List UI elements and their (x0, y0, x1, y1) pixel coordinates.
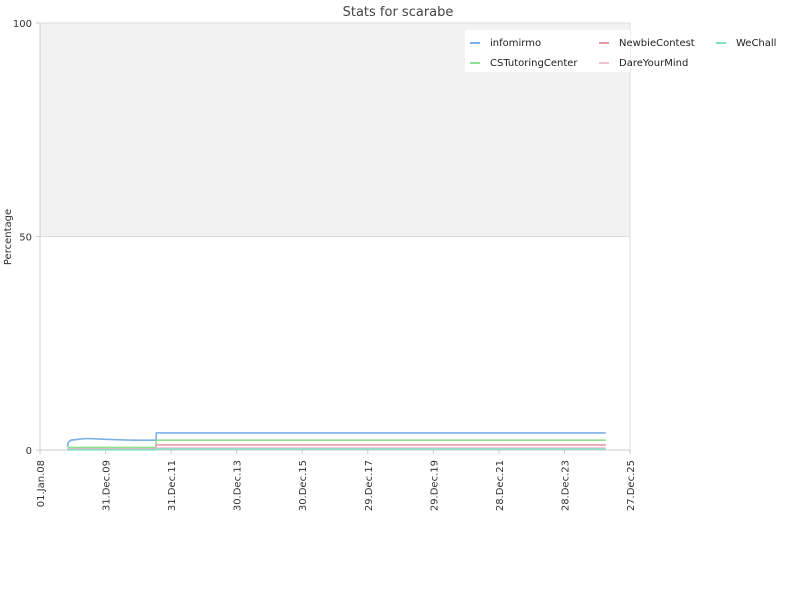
x-tick-label: 29.Dec.19 (429, 460, 440, 511)
legend-label: WeChall (736, 38, 776, 49)
x-tick-label: 30.Dec.13 (233, 460, 244, 511)
x-tick-label: 28.Dec.23 (560, 460, 571, 511)
x-tick-label: 30.Dec.15 (298, 460, 309, 511)
y-tick-label: 100 (13, 19, 32, 30)
legend-label: infomirmo (490, 38, 541, 49)
y-tick-label: 50 (19, 233, 32, 244)
x-tick-label: 27.Dec.25 (626, 460, 637, 511)
legend-label: NewbieContest (619, 38, 695, 49)
plot-band-lower (40, 236, 630, 450)
y-axis-label: Percentage (3, 209, 14, 265)
y-tick-label: 0 (26, 446, 32, 457)
x-tick-label: 29.Dec.17 (364, 460, 375, 511)
legend-label: CSTutoringCenter (490, 58, 578, 69)
x-tick-label: 31.Dec.09 (102, 460, 113, 511)
chart-title: Stats for scarabe (343, 5, 454, 20)
x-tick-label: 31.Dec.11 (167, 460, 178, 511)
legend: infomirmo CSTutoringCenter NewbieContest Da… (465, 30, 776, 72)
series-line-wechall (67, 448, 606, 451)
x-tick-label: 28.Dec.21 (495, 460, 506, 511)
y-ticks: 0 50 100 (13, 19, 40, 457)
x-ticks: 01.Jan.08 31.Dec.09 31.Dec.11 30.Dec.13 30.D… (36, 450, 637, 511)
x-tick-label: 01.Jan.08 (36, 460, 47, 507)
chart: Stats for scarabe 0 50 100 01.Jan.08 31.Dec… (3, 5, 776, 511)
legend-label: DareYourMind (619, 58, 688, 69)
